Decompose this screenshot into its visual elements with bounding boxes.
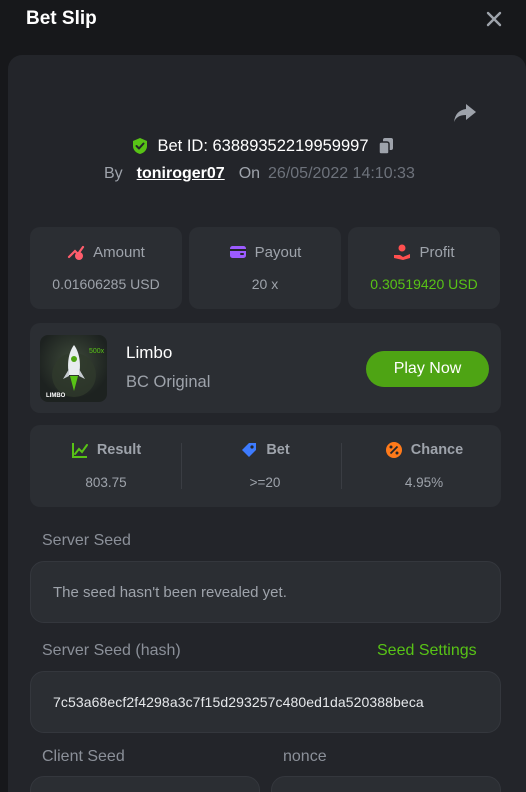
- chart-icon: [71, 443, 88, 458]
- server-seed-value: The seed hasn't been revealed yet.: [53, 584, 287, 601]
- divider: [341, 443, 342, 489]
- share-icon[interactable]: [452, 101, 478, 125]
- play-now-button[interactable]: Play Now: [366, 351, 489, 387]
- amount-label: Amount: [93, 243, 145, 261]
- thumb-logo-text: LIMBO: [46, 393, 66, 399]
- bet-slip-header: Bet Slip: [0, 0, 526, 40]
- server-seed-field[interactable]: The seed hasn't been revealed yet.: [30, 561, 501, 623]
- game-name: Limbo: [126, 343, 173, 362]
- tag-icon: [242, 443, 257, 457]
- payout-label: Payout: [254, 243, 302, 261]
- wallet-icon: [229, 246, 246, 258]
- server-seed-hash-value: 7c53a68ecf2f4298a3c7f15d293257c480ed1da5…: [53, 694, 424, 710]
- percent-icon: [385, 442, 402, 458]
- profit-value: 0.30519420 USD: [370, 276, 478, 292]
- seed-settings-link[interactable]: Seed Settings: [377, 642, 477, 660]
- server-seed-label: Server Seed: [42, 532, 131, 549]
- profit-label: Profit: [419, 243, 455, 261]
- divider: [181, 443, 182, 489]
- game-card: 500x LIMBO Limbo BC Original Play Now: [30, 323, 501, 413]
- by-label: By: [104, 165, 123, 182]
- nonce-label: nonce: [283, 748, 327, 765]
- chance-value: 4.95%: [404, 475, 444, 490]
- close-icon[interactable]: [485, 10, 503, 28]
- amount-card: Amount 0.01606285 USD: [30, 227, 182, 309]
- bet-id-row: Bet ID: 63889352219959997: [0, 133, 526, 159]
- shield-check-icon: [133, 138, 148, 154]
- result-value: 803.75: [85, 475, 127, 490]
- payout-value: 20 x: [251, 276, 279, 292]
- payout-card: Payout 20 x: [189, 227, 341, 309]
- username-link[interactable]: toniroger07: [137, 165, 225, 183]
- bet-label: Bet: [266, 442, 290, 458]
- amount-value: 0.01606285 USD: [52, 276, 160, 292]
- amount-icon: [68, 245, 85, 260]
- server-seed-hash-label: Server Seed (hash): [42, 642, 181, 659]
- on-label: On: [238, 165, 261, 182]
- limbo-thumbnail[interactable]: 500x LIMBO: [40, 335, 107, 402]
- bet-id: Bet ID: 63889352219959997: [157, 136, 369, 155]
- bet-column: Bet >=20: [189, 425, 341, 507]
- client-seed-field[interactable]: [30, 776, 260, 792]
- page-title: Bet Slip: [26, 8, 97, 29]
- bet-value: >=20: [249, 475, 281, 490]
- result-label: Result: [96, 442, 142, 458]
- bet-author-row: By toniroger07 On 26/05/2022 14:10:33: [104, 163, 415, 185]
- game-subtitle: BC Original: [126, 373, 211, 391]
- client-seed-label: Client Seed: [42, 748, 125, 765]
- chance-label: Chance: [410, 442, 464, 458]
- result-column: Result 803.75: [30, 425, 182, 507]
- copy-icon[interactable]: [377, 137, 395, 155]
- bet-datetime: 26/05/2022 14:10:33: [268, 165, 415, 182]
- server-seed-hash-field[interactable]: 7c53a68ecf2f4298a3c7f15d293257c480ed1da5…: [30, 671, 501, 733]
- profit-card: Profit 0.30519420 USD: [348, 227, 500, 309]
- profit-icon: [394, 244, 411, 260]
- nonce-field[interactable]: [271, 776, 501, 792]
- results-card: Result 803.75 Bet >=20 Chance 4.95%: [30, 425, 501, 507]
- chance-column: Chance 4.95%: [348, 425, 500, 507]
- rocket-icon: 500x LIMBO: [46, 345, 105, 399]
- thumb-multiplier: 500x: [89, 348, 105, 355]
